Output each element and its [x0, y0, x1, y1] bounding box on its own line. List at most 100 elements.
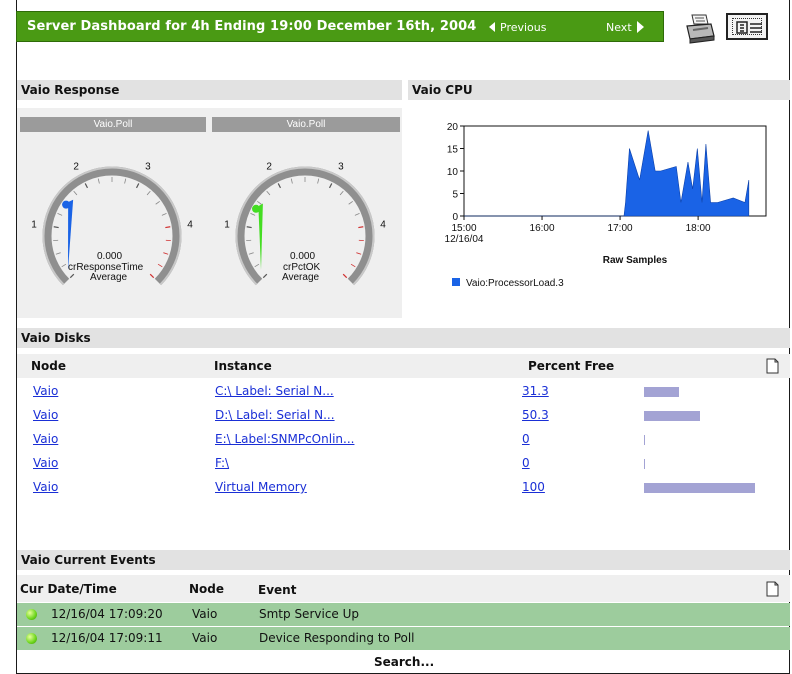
event-node: Vaio: [192, 607, 218, 621]
col-node: Node: [31, 359, 67, 373]
status-up-icon: [26, 609, 37, 620]
gauge-tick: [254, 263, 260, 268]
gauge-tick: [290, 178, 293, 184]
disk-instance-link[interactable]: Virtual Memory: [215, 480, 307, 494]
gauge-tick: [277, 183, 282, 189]
status-up-icon: [26, 633, 37, 644]
gauge-tick: [317, 178, 320, 184]
response-gauge-panel: Vaio.Poll Vaio.Poll 012345 012345 0.000 …: [17, 108, 402, 318]
gauge-tick: [57, 213, 63, 216]
gauge-tick: [262, 273, 268, 279]
disk-percent-link[interactable]: 0: [522, 456, 530, 470]
gauge-tick-label: 2: [266, 162, 272, 173]
disk-percent-link[interactable]: 50.3: [522, 408, 549, 422]
legend-label: Vaio:ProcessorLoad.3: [466, 278, 564, 289]
disk-node-link[interactable]: Vaio: [33, 408, 58, 422]
col-event-node: Node: [189, 582, 225, 596]
gauge-caption-2: Vaio.Poll: [212, 117, 400, 132]
y-tick-label: 15: [447, 145, 459, 156]
disk-instance-link[interactable]: E:\ Label:SNMPcOnlin...: [215, 432, 354, 446]
gauge-stat-1: Average: [90, 272, 128, 283]
x-tick-label: 16:00: [530, 223, 555, 234]
table-row: Vaio D:\ Label: Serial N... 50.3: [17, 404, 790, 428]
cpu-legend: Vaio:ProcessorLoad.3: [452, 278, 564, 289]
table-row: Vaio Virtual Memory 100: [17, 476, 790, 500]
disks-section-title: Vaio Disks: [17, 328, 790, 348]
gauge-tick: [97, 178, 100, 184]
disk-percent-link[interactable]: 100: [522, 480, 545, 494]
disks-table-header: Node Instance Percent Free: [17, 354, 790, 378]
table-row: Vaio C:\ Label: Serial N... 31.3: [17, 380, 790, 404]
gauge-tick: [149, 273, 155, 279]
event-time: 12/16/04 17:09:11: [51, 631, 163, 645]
percent-free-bar: [644, 435, 645, 445]
y-tick-label: 10: [447, 167, 459, 178]
gauge-stat-2: Average: [282, 272, 320, 283]
gauge-tick: [146, 190, 151, 196]
event-text: Smtp Service Up: [259, 607, 360, 621]
document-icon[interactable]: [766, 581, 779, 597]
table-row: Vaio E:\ Label:SNMPcOnlin... 0: [17, 428, 790, 452]
gauge-tick: [157, 263, 163, 268]
col-percent-free: Percent Free: [528, 359, 615, 373]
event-row[interactable]: 12/16/04 17:09:11 Vaio Device Responding t…: [17, 627, 790, 650]
disk-node-link[interactable]: Vaio: [33, 456, 58, 470]
y-tick-label: 0: [452, 212, 458, 223]
gauge-tick: [84, 183, 89, 189]
arrow-right-icon: [636, 21, 644, 33]
gauge-needle-cap: [252, 204, 261, 213]
gauge-tick: [155, 200, 160, 205]
layout-icon: [732, 18, 762, 35]
gauge-tick: [354, 213, 360, 216]
gauge-tick: [266, 190, 271, 196]
percent-free-bar: [644, 411, 700, 421]
col-date-time: Cur Date/Time: [20, 582, 117, 596]
printer-icon[interactable]: [684, 12, 716, 44]
cpu-section-title: Vaio CPU: [408, 80, 790, 100]
legend-swatch: [452, 278, 460, 286]
gauge-tick: [339, 190, 344, 196]
layout-button[interactable]: [726, 13, 768, 40]
gauge-tick: [61, 263, 67, 268]
disk-percent-link[interactable]: 0: [522, 432, 530, 446]
gauge-tick: [135, 183, 140, 189]
gauge-tick: [53, 226, 59, 229]
gauge-tick: [350, 263, 356, 268]
event-text: Device Responding to Poll: [259, 631, 415, 645]
document-icon[interactable]: [766, 358, 779, 374]
previous-button[interactable]: Previous: [489, 21, 547, 34]
percent-free-bar: [644, 459, 645, 469]
gauge-tick: [328, 183, 333, 189]
gauge-tick-label: 3: [338, 162, 344, 173]
percent-free-bar: [644, 387, 679, 397]
next-button[interactable]: Next: [606, 21, 644, 34]
x-tick-label: 15:00: [451, 223, 476, 234]
gauge-tick-label: 4: [187, 220, 193, 231]
gauge-needle-cap: [62, 200, 71, 209]
gauge-tick: [348, 200, 353, 205]
gauge-tick: [358, 226, 364, 229]
page-title: Server Dashboard for 4h Ending 19:00 Dec…: [27, 19, 477, 34]
x-tick-label: 17:00: [608, 223, 633, 234]
disk-node-link[interactable]: Vaio: [33, 384, 58, 398]
search-link[interactable]: Search...: [374, 655, 434, 669]
gauge-tick: [250, 213, 256, 216]
gauge-tick: [257, 200, 262, 205]
gauge-tick: [165, 226, 171, 229]
gauge-tick-label: 1: [224, 220, 230, 231]
gauge-value-2: 0.000: [290, 251, 316, 262]
disk-instance-link[interactable]: D:\ Label: Serial N...: [215, 408, 335, 422]
disk-instance-link[interactable]: C:\ Label: Serial N...: [215, 384, 334, 398]
disk-instance-link[interactable]: F:\: [215, 456, 229, 470]
gauge-needle: [68, 199, 74, 270]
events-table-header: Cur Date/Time Node Event: [17, 575, 790, 602]
gauge-tick: [342, 273, 348, 279]
events-section-title: Vaio Current Events: [17, 550, 790, 570]
gauge-tick: [161, 213, 167, 216]
disk-node-link[interactable]: Vaio: [33, 432, 58, 446]
event-row[interactable]: 12/16/04 17:09:20 Vaio Smtp Service Up: [17, 603, 790, 626]
gauge-tick-label: 1: [31, 220, 37, 231]
col-instance: Instance: [214, 359, 272, 373]
disk-node-link[interactable]: Vaio: [33, 480, 58, 494]
disk-percent-link[interactable]: 31.3: [522, 384, 549, 398]
